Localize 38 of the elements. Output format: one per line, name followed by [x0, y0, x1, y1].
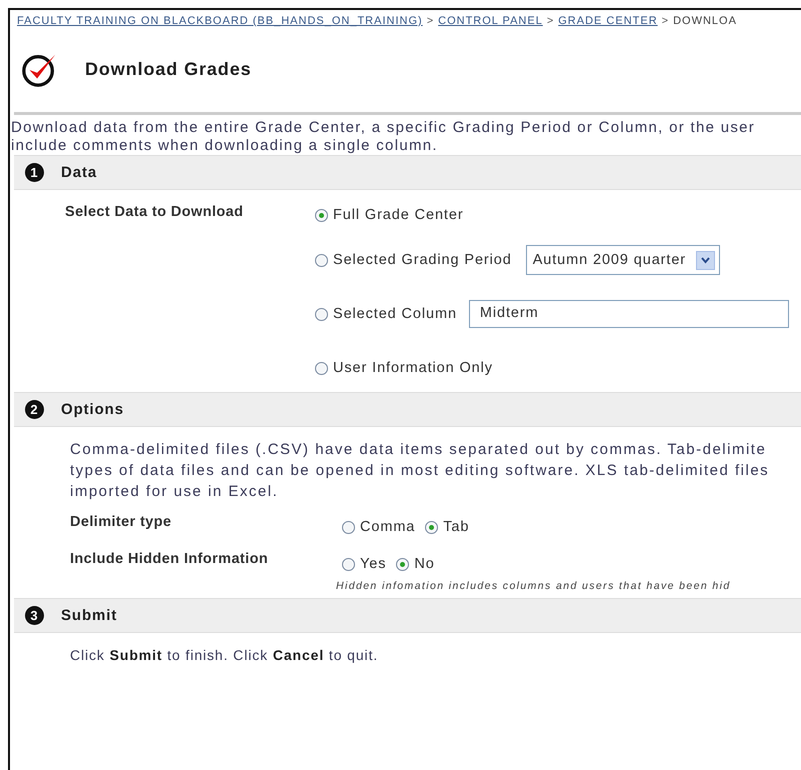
section-title: Data: [61, 164, 98, 181]
step-number-badge: 1: [25, 163, 44, 182]
field-label: Delimiter type: [70, 514, 172, 532]
breadcrumb-link[interactable]: FACULTY TRAINING ON BLACKBOARD (BB_HANDS_ON_TRAINING): [17, 15, 423, 27]
field-label: Select Data to Download: [65, 204, 244, 222]
page-title: Download Grades: [85, 58, 252, 80]
radio-label[interactable]: User Information Only: [333, 360, 493, 376]
section-title: Submit: [61, 607, 118, 624]
breadcrumb-separator: >: [662, 15, 670, 27]
radio-label[interactable]: No: [414, 556, 435, 572]
radio-label[interactable]: Selected Column: [333, 306, 457, 322]
radio-label[interactable]: Tab: [443, 519, 470, 535]
radio-button[interactable]: [342, 558, 355, 570]
breadcrumb-link[interactable]: GRADE CENTER: [558, 15, 658, 27]
radio-label[interactable]: Full Grade Center: [333, 207, 464, 223]
radio-button[interactable]: [396, 558, 410, 570]
dropdown[interactable]: Autumn 2009 quarter: [526, 245, 720, 275]
radio-label[interactable]: Selected Grading Period: [333, 252, 512, 268]
breadcrumb-separator: >: [426, 15, 434, 27]
description-text: Download data from the entire Grade Center, a specific Grading Period or Column, or the user include comments when downloading a single column.: [10, 118, 756, 155]
hint-text: Hidden infomation includes columns and users that have been hid: [336, 580, 731, 592]
radio-button[interactable]: [315, 254, 328, 266]
help-text: Comma-delimited files (.CSV) have data items separated out by commas. Tab-delimite types of data files and can be opened in most editing software. XLS tab-delimited files imported for use in Excel.: [70, 440, 770, 502]
radio-button[interactable]: [342, 520, 355, 534]
step-number-badge: 2: [25, 400, 44, 419]
step-number-badge: 3: [25, 606, 44, 625]
breadcrumb-separator: >: [546, 15, 554, 27]
radio-label[interactable]: Yes: [360, 556, 386, 572]
radio-button[interactable]: [315, 308, 328, 320]
section-title: Options: [61, 401, 124, 418]
radio-button[interactable]: [425, 520, 438, 534]
radio-button[interactable]: [315, 208, 328, 222]
breadcrumb-link[interactable]: CONTROL PANEL: [438, 15, 543, 27]
breadcrumb-current: DOWNLOA: [673, 15, 737, 27]
radio-button[interactable]: [315, 362, 328, 374]
radio-label[interactable]: Comma: [360, 519, 416, 535]
instruction-text: Click Submit to finish. Click Cancel to quit.: [70, 647, 380, 663]
text-field[interactable]: Midterm: [468, 300, 789, 328]
